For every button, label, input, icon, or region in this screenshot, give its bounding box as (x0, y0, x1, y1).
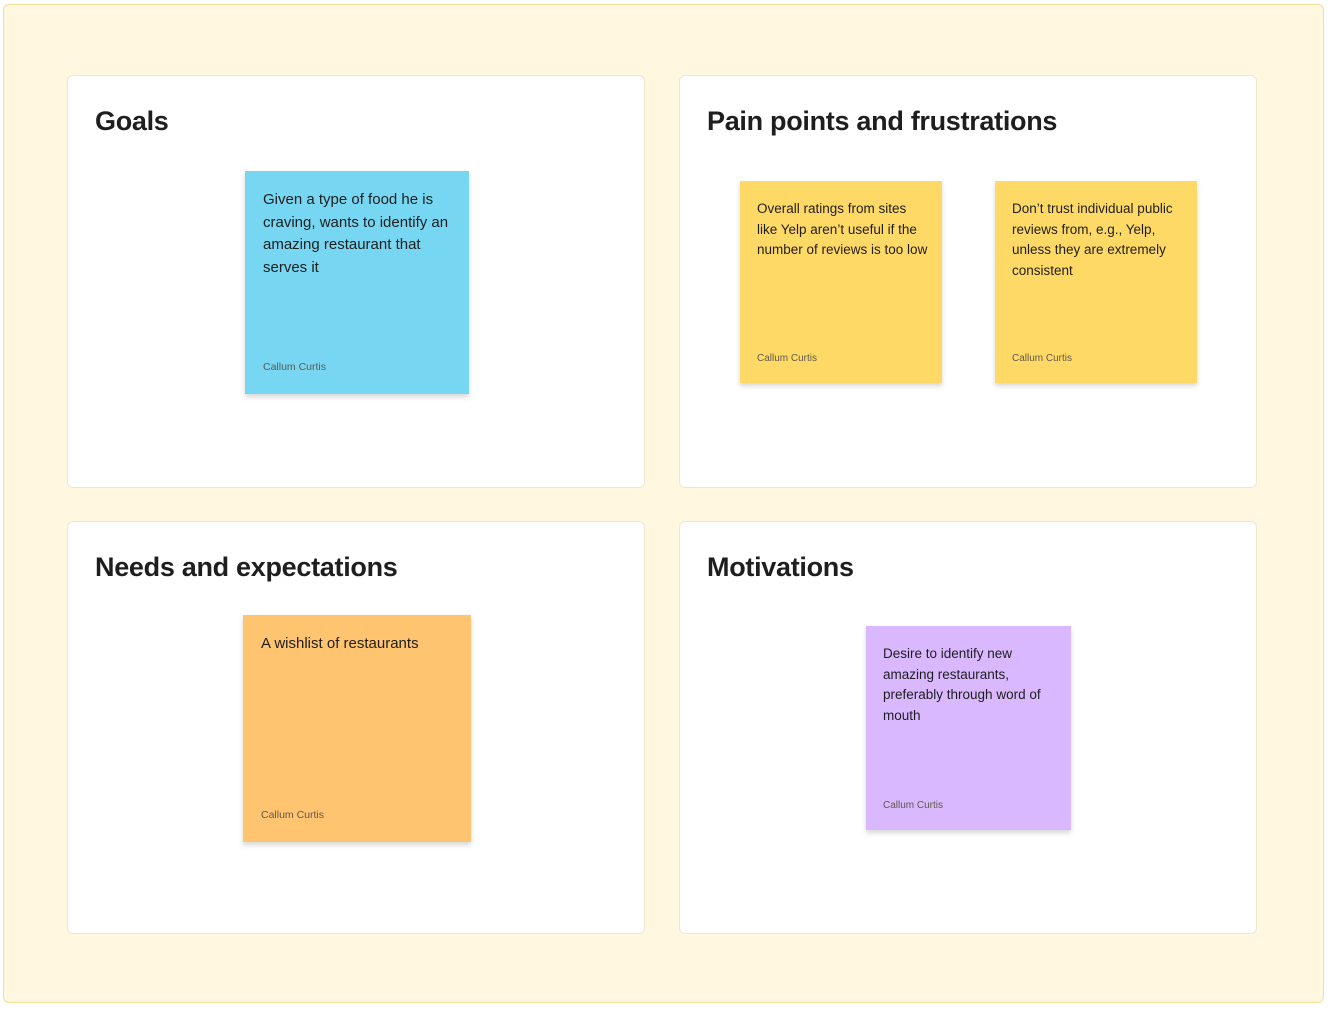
section-goals[interactable]: Goals Given a type of food he is craving… (67, 75, 645, 488)
sticky-note-text: Desire to identify new amazing restauran… (883, 646, 1041, 723)
sticky-note-author: Callum Curtis (263, 361, 327, 373)
section-motivations[interactable]: Motivations Desire to identify new amazi… (679, 521, 1257, 934)
sticky-note-text: Don’t trust individual public reviews fr… (1012, 201, 1173, 278)
sticky-note-text: Given a type of food he is craving, want… (263, 191, 449, 276)
section-title-needs: Needs and expectations (95, 552, 398, 582)
section-needs[interactable]: Needs and expectations A wishlist of res… (67, 521, 645, 934)
sticky-note[interactable]: Don’t trust individual public reviews fr… (995, 181, 1197, 383)
sticky-note[interactable]: A wishlist of restaurants Callum Curtis (243, 615, 471, 842)
sticky-note-author: Callum Curtis (757, 353, 818, 364)
sticky-note-author: Callum Curtis (883, 800, 944, 811)
whiteboard-canvas[interactable]: Goals Given a type of food he is craving… (3, 4, 1324, 1003)
section-pain-points[interactable]: Pain points and frustrations Overall rat… (679, 75, 1257, 488)
sticky-note[interactable]: Overall ratings from sites like Yelp are… (740, 181, 942, 383)
sticky-note-text: A wishlist of restaurants (261, 635, 419, 652)
sticky-note[interactable]: Given a type of food he is craving, want… (245, 171, 469, 394)
section-title-motivations: Motivations (707, 552, 854, 582)
sticky-note-author: Callum Curtis (261, 809, 325, 821)
sticky-note-author: Callum Curtis (1012, 353, 1073, 364)
sticky-note[interactable]: Desire to identify new amazing restauran… (866, 626, 1071, 830)
sticky-note-text: Overall ratings from sites like Yelp are… (757, 201, 928, 257)
section-title-goals: Goals (95, 106, 169, 136)
section-title-pain-points: Pain points and frustrations (707, 106, 1058, 136)
